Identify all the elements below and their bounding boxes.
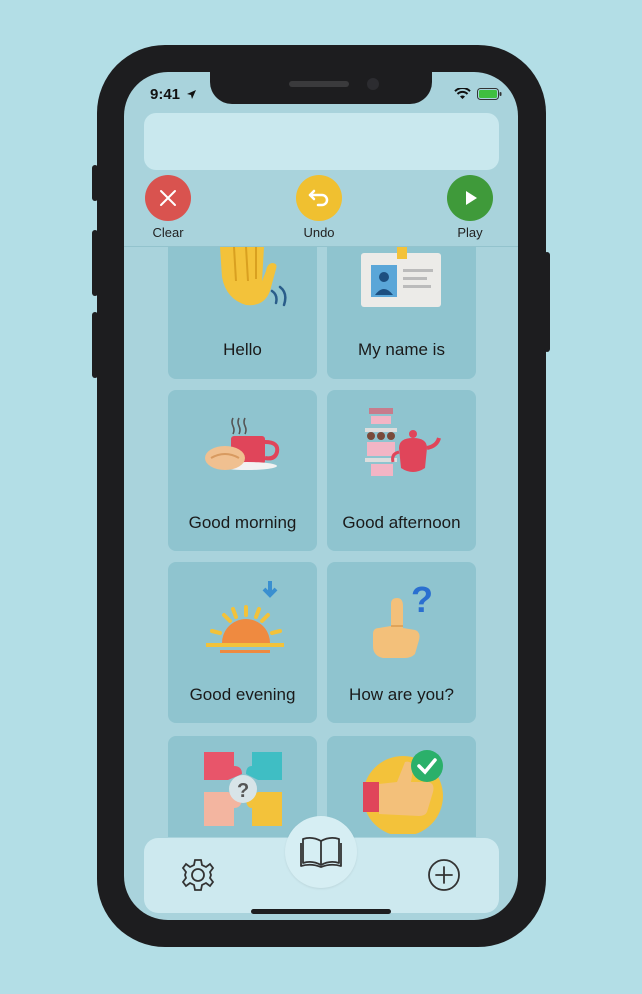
- undo-button-circle: [296, 175, 342, 221]
- undo-icon: [308, 189, 329, 207]
- status-time: 9:41: [150, 86, 181, 103]
- book-icon: [300, 836, 342, 868]
- phone-side-button: [92, 165, 98, 201]
- front-camera: [367, 78, 379, 90]
- play-button[interactable]: Play: [440, 175, 500, 240]
- status-indicators: [454, 88, 502, 100]
- tile-how-are-you[interactable]: ? How are you?: [327, 562, 476, 723]
- location-arrow-icon: [187, 90, 196, 99]
- wifi-icon: [454, 88, 471, 99]
- play-label: Play: [457, 225, 483, 240]
- play-button-circle: [447, 175, 493, 221]
- tile-puzzle[interactable]: ?: [168, 736, 317, 837]
- id-card-icon: [361, 247, 441, 307]
- tile-hello[interactable]: Hello: [168, 247, 317, 379]
- close-icon: [160, 190, 176, 206]
- clear-button[interactable]: Clear: [138, 175, 198, 240]
- undo-button[interactable]: Undo: [289, 175, 349, 240]
- clear-button-circle: [145, 175, 191, 221]
- thumbs-up-check-icon: [363, 750, 443, 834]
- phone-side-button: [544, 252, 550, 352]
- gear-icon[interactable]: [180, 857, 216, 893]
- tile-my-name-is[interactable]: My name is: [327, 247, 476, 379]
- svg-text:?: ?: [237, 780, 249, 802]
- notch: [210, 72, 432, 104]
- svg-text:?: ?: [411, 579, 433, 620]
- coffee-breakfast-icon: [205, 417, 280, 470]
- tile-thumbs-up[interactable]: [327, 736, 476, 837]
- home-indicator: [251, 909, 391, 914]
- battery-icon: [477, 88, 502, 100]
- afternoon-tea-icon: [365, 408, 441, 476]
- phone-side-button: [92, 312, 98, 378]
- pointing-question-icon: ?: [373, 579, 433, 658]
- tile-label: Good afternoon: [342, 513, 461, 532]
- phone-side-button: [92, 230, 98, 296]
- tile-label: How are you?: [349, 685, 454, 704]
- clear-label: Clear: [152, 225, 184, 240]
- tile-label: My name is: [358, 340, 445, 359]
- sentence-bar[interactable]: [144, 113, 499, 170]
- tile-good-evening[interactable]: Good evening: [168, 562, 317, 723]
- tile-label: Good morning: [188, 513, 297, 532]
- tile-label: Good evening: [189, 685, 296, 704]
- tile-good-afternoon[interactable]: Good afternoon: [327, 390, 476, 551]
- speaker: [289, 81, 349, 87]
- tile-label: Hello: [223, 340, 262, 359]
- undo-label: Undo: [303, 225, 335, 240]
- plus-circle-icon[interactable]: [426, 857, 462, 893]
- sunset-icon: [206, 581, 284, 653]
- play-icon: [466, 191, 477, 205]
- tile-good-morning[interactable]: Good morning: [168, 390, 317, 551]
- library-button[interactable]: [285, 816, 357, 888]
- phrase-grid: Hello My name is Good morning Good after…: [124, 247, 518, 837]
- waving-hand-icon: [220, 247, 287, 307]
- puzzle-question-icon: ?: [204, 752, 282, 826]
